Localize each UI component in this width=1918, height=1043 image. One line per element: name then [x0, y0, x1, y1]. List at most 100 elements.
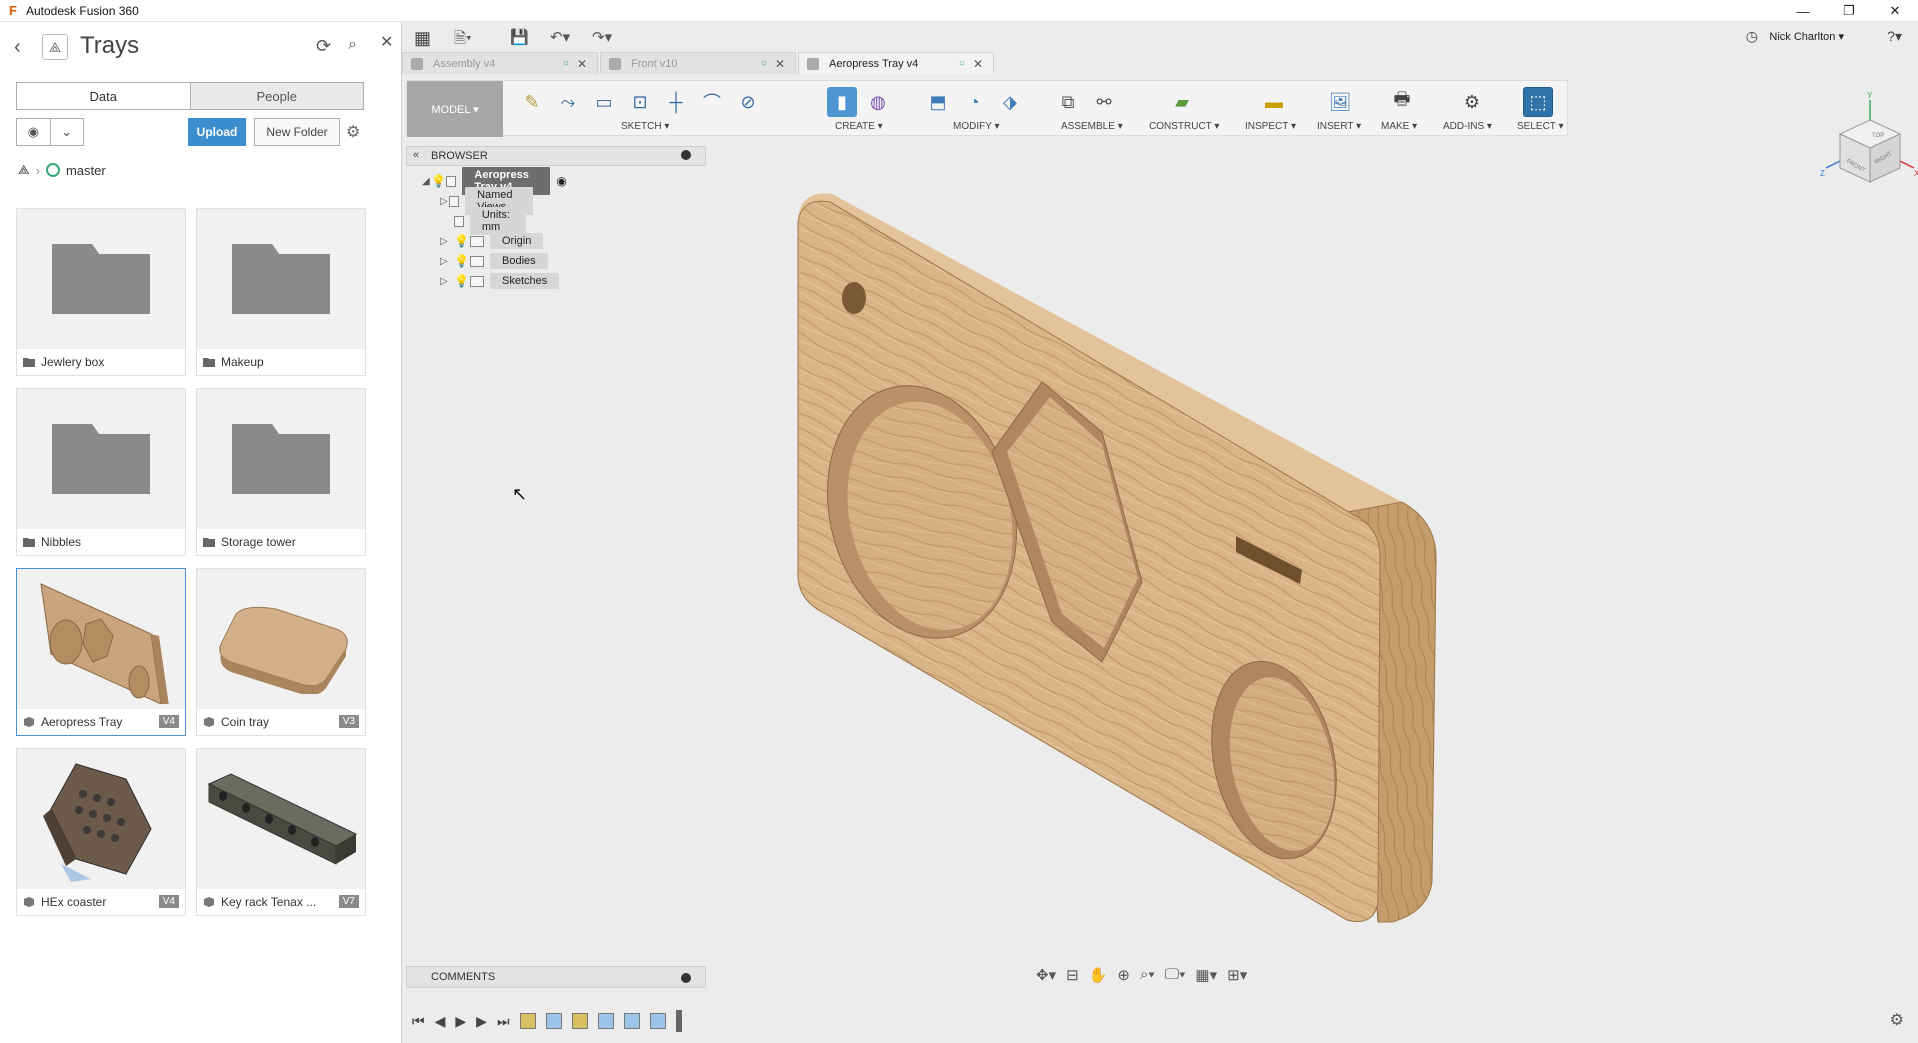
- card-name: Key rack Tenax ...: [221, 895, 317, 909]
- model-canvas[interactable]: [402, 22, 1918, 1043]
- new-folder-button[interactable]: New Folder: [254, 118, 340, 146]
- eye-icon[interactable]: ◉: [17, 119, 51, 145]
- timeline-sketch-feature[interactable]: [571, 1013, 588, 1029]
- card-name: Storage tower: [221, 535, 296, 549]
- step-back-icon[interactable]: ◀: [435, 1013, 446, 1030]
- design-icon: [204, 717, 214, 727]
- upload-button[interactable]: Upload: [188, 118, 246, 146]
- look-at-icon[interactable]: ⊟: [1066, 966, 1079, 984]
- pin-icon[interactable]: [681, 973, 691, 983]
- play-icon[interactable]: ▶: [455, 1013, 466, 1030]
- timeline-extrude-feature[interactable]: [545, 1013, 562, 1029]
- card-name: Makeup: [221, 355, 264, 369]
- timeline-sketch-feature[interactable]: [519, 1013, 536, 1029]
- mouse-cursor-icon: ↖: [512, 484, 528, 504]
- card-name: Jewlery box: [41, 355, 105, 369]
- folder-thumbnail: [197, 389, 365, 529]
- gear-icon[interactable]: ⚙: [346, 122, 360, 142]
- folder-icon: [232, 424, 330, 494]
- design-card[interactable]: Coin tray V3: [196, 568, 366, 736]
- zoom-window-icon[interactable]: ⌕▾: [1140, 966, 1155, 984]
- version-badge: V3: [338, 715, 359, 728]
- breadcrumb-master[interactable]: master: [66, 163, 106, 178]
- aeropress-tray-thumbnail: [40, 583, 169, 704]
- card-label: Nibbles: [17, 529, 185, 555]
- card-label: Aeropress Tray V4: [17, 709, 185, 735]
- minimize-button[interactable]: —: [1780, 0, 1826, 22]
- pan-icon[interactable]: ✋: [1089, 966, 1108, 984]
- comments-panel-header[interactable]: COMMENTS: [406, 966, 706, 988]
- timeline-settings-gear-icon[interactable]: ⚙: [1890, 1010, 1904, 1030]
- timeline-fillet-feature[interactable]: [649, 1013, 666, 1029]
- data-actions: ◉ ⌄ Upload New Folder ⚙: [16, 118, 386, 148]
- folder-card[interactable]: Storage tower: [196, 388, 366, 556]
- data-panel-tabs: Data People: [16, 82, 364, 110]
- design-thumbnail: [197, 569, 365, 709]
- design-card[interactable]: HEx coaster V4: [16, 748, 186, 916]
- fusion-logo-icon: F: [9, 3, 17, 18]
- refresh-icon[interactable]: ⟳: [316, 36, 331, 57]
- step-forward-icon[interactable]: ▶: [476, 1013, 487, 1030]
- folder-icon: [52, 424, 150, 494]
- hex-coaster-thumbnail: [43, 763, 152, 882]
- chevron-down-icon[interactable]: ⌄: [51, 119, 84, 145]
- timeline-extrude-feature[interactable]: [597, 1013, 614, 1029]
- key-rack-thumbnail: [207, 773, 358, 865]
- timeline-extrude-feature[interactable]: [623, 1013, 640, 1029]
- data-panel-header: ‹ ⟁ Trays ⟳ ⌕ ✕: [0, 30, 402, 62]
- folder-icon: [203, 358, 215, 367]
- design-card[interactable]: Aeropress Tray V4: [16, 568, 186, 736]
- card-name: HEx coaster: [41, 895, 107, 909]
- project-title: Trays: [80, 32, 140, 59]
- go-to-start-icon[interactable]: ⏮: [412, 1013, 425, 1030]
- version-badge: V7: [338, 895, 359, 908]
- design-thumbnail: [197, 749, 365, 889]
- comments-title: COMMENTS: [431, 971, 496, 983]
- zoom-icon[interactable]: ⊕: [1117, 966, 1130, 984]
- card-name: Nibbles: [41, 535, 82, 549]
- folder-icon: [23, 538, 35, 547]
- project-icon: ⟁: [42, 34, 68, 60]
- folder-card[interactable]: Makeup: [196, 208, 366, 376]
- workspace: ▦ 🗎▾ 💾 ↶▾ ↷▾ ◷ Nick Charlton ▾ ?▾ Assemb…: [402, 22, 1918, 1043]
- tab-data[interactable]: Data: [17, 83, 191, 109]
- close-panel-icon[interactable]: ✕: [380, 32, 393, 52]
- folder-icon: [23, 358, 35, 367]
- close-window-button[interactable]: ✕: [1872, 0, 1918, 22]
- folder-card[interactable]: Nibbles: [16, 388, 186, 556]
- title-bar: F Autodesk Fusion 360 — ❐ ✕: [0, 0, 1918, 22]
- branch-icon: [45, 163, 60, 177]
- design-thumbnail: [17, 569, 185, 709]
- project-root-icon[interactable]: ⟁: [18, 162, 30, 178]
- orbit-icon[interactable]: ✥▾: [1036, 966, 1056, 984]
- go-to-end-icon[interactable]: ⏭: [497, 1013, 510, 1030]
- design-icon: [24, 897, 34, 907]
- x-axis-label: X: [1914, 169, 1918, 178]
- breadcrumb: ⟁ › master: [18, 160, 106, 180]
- folder-card[interactable]: Jewlery box: [16, 208, 186, 376]
- y-axis-label: Y: [1867, 91, 1873, 100]
- card-name: Coin tray: [221, 715, 270, 729]
- viewports-icon[interactable]: ⊞▾: [1227, 966, 1247, 984]
- hanging-hole: [842, 282, 866, 314]
- view-cube[interactable]: TOP FRONT RIGHT Y X Z: [1820, 90, 1918, 190]
- search-icon[interactable]: ⌕: [348, 36, 357, 54]
- grid-settings-icon[interactable]: ▦▾: [1195, 966, 1217, 984]
- view-cube-top-label: TOP: [1872, 133, 1884, 139]
- folder-icon: [203, 538, 215, 547]
- design-icon: [204, 897, 214, 907]
- card-label: HEx coaster V4: [17, 889, 185, 915]
- card-label: Makeup: [197, 349, 365, 375]
- folder-icon: [232, 244, 330, 314]
- view-selector[interactable]: ◉ ⌄: [16, 118, 84, 146]
- display-settings-icon[interactable]: 🖵▾: [1165, 966, 1186, 984]
- restore-button[interactable]: ❐: [1826, 0, 1872, 22]
- back-arrow-icon[interactable]: ‹: [14, 36, 21, 59]
- design-card[interactable]: Key rack Tenax ... V7: [196, 748, 366, 916]
- card-name: Aeropress Tray: [41, 715, 123, 729]
- card-label: Storage tower: [197, 529, 365, 555]
- timeline-marker[interactable]: [675, 1010, 682, 1032]
- folder-thumbnail: [17, 209, 185, 349]
- coin-tray-thumbnail: [219, 606, 348, 694]
- tab-people[interactable]: People: [190, 83, 363, 109]
